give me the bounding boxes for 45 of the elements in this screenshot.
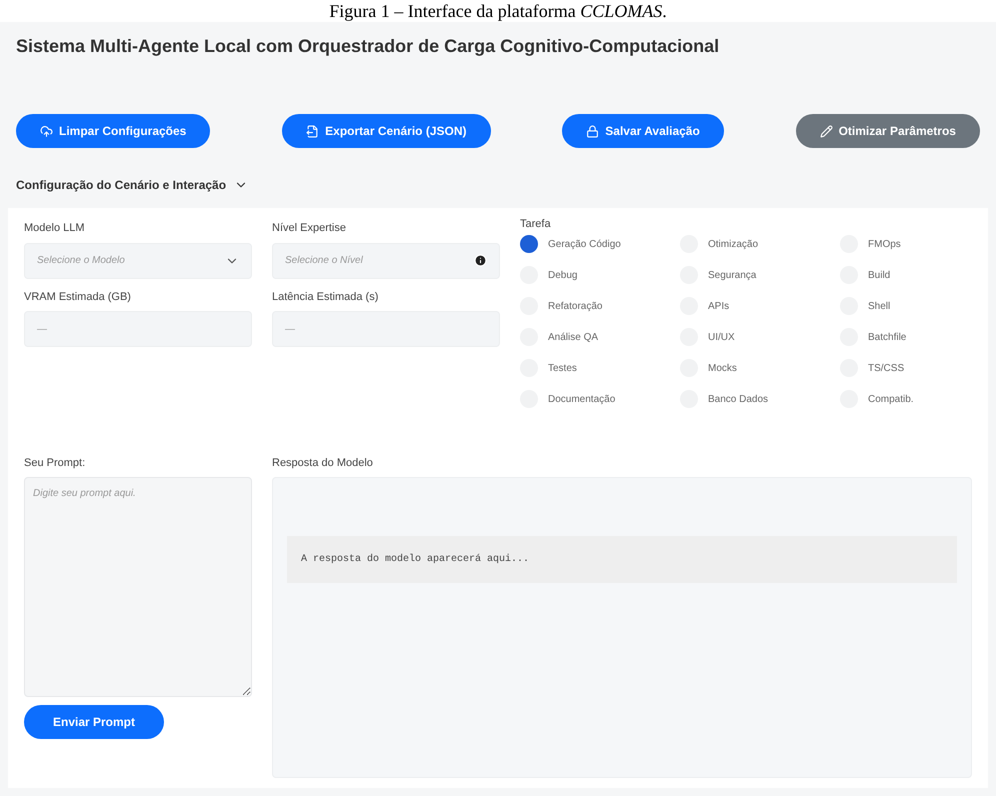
toolbar-button[interactable]: Limpar Configurações	[16, 114, 210, 148]
field-label: Nível Expertise	[272, 221, 347, 236]
toolbar-button[interactable]: Otimizar Parâmetros	[796, 114, 980, 148]
figure-caption: Figura 1 – Interface da plataforma CCLOMAS.	[329, 0, 667, 22]
response-text: A resposta do modelo aparecerá aqui...	[287, 536, 957, 583]
radio-option[interactable]: APIs	[680, 294, 840, 318]
toolbar-button[interactable]: Salvar Avaliação	[562, 114, 724, 148]
radio-option[interactable]: Documentação	[520, 388, 680, 410]
prompt-label: Seu Prompt:	[24, 456, 86, 470]
info-icon	[474, 254, 487, 267]
field-placeholder: —	[37, 322, 47, 336]
radio-option[interactable]: Batchfile	[840, 326, 960, 348]
radio-option[interactable]: UI/UX	[680, 326, 840, 348]
response-label: Resposta do Modelo	[272, 456, 374, 470]
cloud-upload-icon	[40, 124, 53, 138]
field-placeholder: —	[285, 322, 295, 336]
radio-option[interactable]: Mocks	[680, 356, 840, 380]
page-title: Sistema Multi-Agente Local com Orquestrador de Carga Cognitivo-Computacional	[16, 35, 720, 58]
radio-option[interactable]: TS/CSS	[840, 356, 960, 380]
radio-option[interactable]: Banco Dados	[680, 388, 840, 410]
radio-option[interactable]: Build	[840, 264, 960, 286]
radio-option[interactable]: Otimização	[680, 232, 840, 256]
radio-option[interactable]: Testes	[520, 356, 680, 380]
radio-option[interactable]: Debug	[520, 264, 680, 286]
radio-option[interactable]: FMOps	[840, 232, 960, 256]
field-label: VRAM Estimada (GB)	[24, 290, 132, 304]
field-label: Modelo LLM	[24, 221, 86, 236]
radio-option[interactable]: Shell	[840, 294, 960, 318]
toolbar-button[interactable]: Exportar Cenário (JSON)	[282, 114, 491, 148]
radio-icon	[520, 235, 538, 253]
lock-icon	[586, 124, 600, 138]
field-placeholder: Selecione o Nível	[285, 254, 363, 268]
send-prompt-button[interactable]: Enviar Prompt	[24, 705, 164, 739]
file-export-icon	[306, 124, 320, 138]
field-label: Latência Estimada (s)	[272, 290, 380, 304]
radio-option[interactable]: Refatoração	[520, 294, 680, 318]
radio-option[interactable]: Compatib.	[840, 388, 960, 410]
prompt-input[interactable]: Digite seu prompt aqui.	[24, 477, 252, 697]
radio-option[interactable]: Segurança	[680, 264, 840, 286]
field-placeholder: Selecione o Modelo	[37, 254, 125, 268]
section-toggle[interactable]: Configuração do Cenário e Interação	[16, 176, 248, 194]
pencil-icon	[820, 124, 833, 138]
radio-option[interactable]: Análise QA	[520, 326, 680, 348]
task-label: Tarefa	[520, 217, 552, 232]
radio-option[interactable]: Geração Código	[520, 232, 680, 256]
